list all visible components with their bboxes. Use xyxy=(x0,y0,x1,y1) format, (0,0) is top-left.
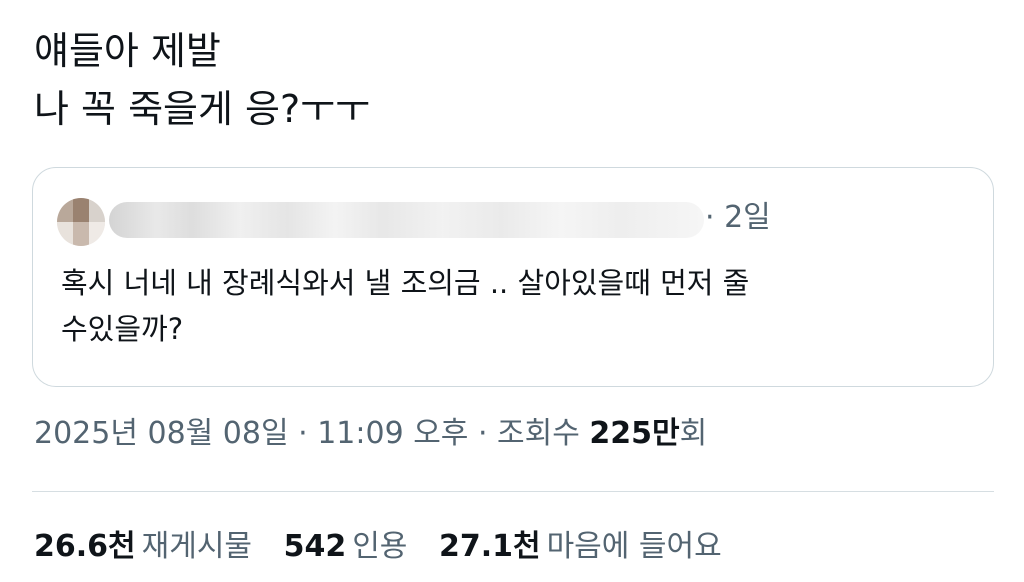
tweet-stats: 26.6천 재게시물 542 인용 27.1천 마음에 들어요 xyxy=(34,525,744,569)
quoted-tweet-card[interactable]: · 2일 혹시 너네 내 장례식와서 낼 조의금 .. 살아있을때 먼저 줄 수… xyxy=(32,167,994,387)
quotes-stat[interactable]: 542 인용 xyxy=(284,525,408,569)
retweets-count: 26.6천 xyxy=(34,529,136,564)
quotes-count: 542 xyxy=(283,529,347,564)
retweets-stat[interactable]: 26.6천 재게시물 xyxy=(34,525,252,569)
tweet-time[interactable]: 11:09 오후 xyxy=(317,416,468,451)
quoted-tweet-time-value: 2일 xyxy=(724,200,771,235)
divider xyxy=(32,491,994,492)
views-count: 225만 xyxy=(589,416,680,451)
retweets-label: 재게시물 xyxy=(141,529,253,564)
tweet-meta: 2025년 08월 08일 · 11:09 오후 · 조회수 225만회 xyxy=(34,412,707,456)
tweet-date[interactable]: 2025년 08월 08일 xyxy=(34,416,289,451)
avatar[interactable] xyxy=(57,198,105,246)
views-unit: 회 xyxy=(679,416,708,451)
likes-stat[interactable]: 27.1천 마음에 들어요 xyxy=(439,525,722,569)
quoted-tweet-text: 혹시 너네 내 장례식와서 낼 조의금 .. 살아있을때 먼저 줄 수있을까? xyxy=(61,260,961,352)
tweet-text-line-1: 얘들아 제발 xyxy=(34,29,221,73)
quoted-tweet-header: · 2일 xyxy=(57,196,957,248)
quoted-tweet-time[interactable]: · 2일 xyxy=(705,198,771,238)
quoted-tweet-text-line-2: 수있을까? xyxy=(61,312,184,346)
likes-count: 27.1천 xyxy=(438,529,541,564)
quotes-label: 인용 xyxy=(352,529,408,564)
tweet-text: 얘들아 제발 나 꼭 죽을게 응?ㅜㅜ xyxy=(34,22,974,138)
redacted-username xyxy=(109,202,704,238)
meta-separator: · xyxy=(477,416,498,451)
tweet-text-line-2: 나 꼭 죽을게 응?ㅜㅜ xyxy=(34,87,371,131)
likes-label: 마음에 들어요 xyxy=(546,529,722,564)
quoted-tweet-text-line-1: 혹시 너네 내 장례식와서 낼 조의금 .. 살아있을때 먼저 줄 xyxy=(61,266,750,300)
meta-separator: · xyxy=(298,416,318,451)
views-label: 조회수 xyxy=(497,416,580,451)
